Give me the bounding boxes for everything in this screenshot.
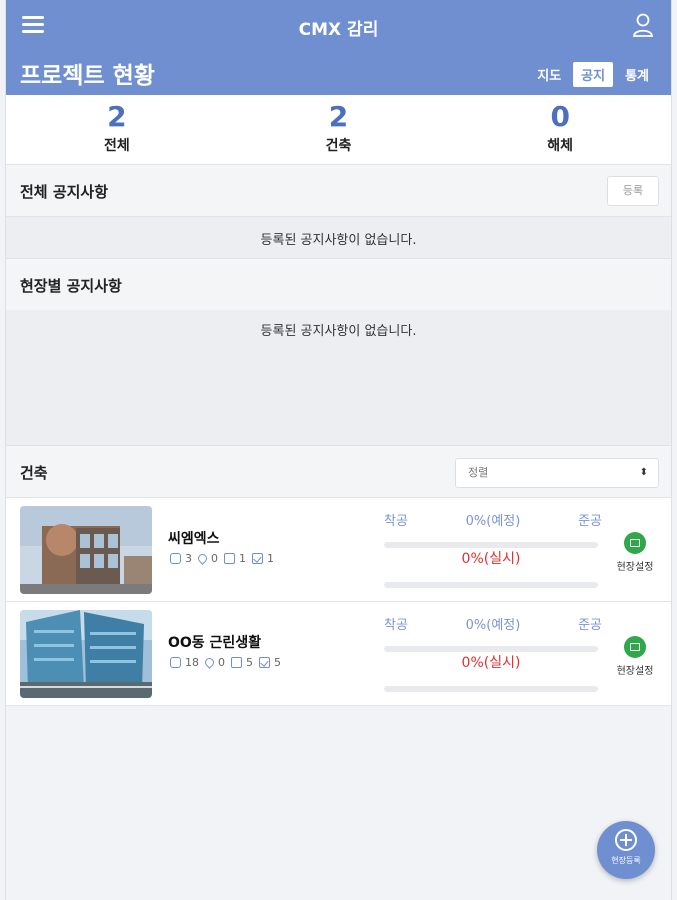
stat-total[interactable]: 2 전체: [6, 95, 228, 164]
sort-arrow-icon: ⬍: [639, 467, 648, 478]
project-name[interactable]: 씨엠엑스: [168, 528, 220, 548]
location-count: 0: [211, 552, 218, 565]
view-tabs: 지도 공지 통계: [529, 62, 657, 87]
plus-circle-icon: [615, 829, 637, 851]
photo-count: 18: [185, 656, 199, 669]
planned-progress: 0%(예정): [465, 618, 521, 633]
project-meta: 3 0 1 1: [170, 552, 278, 565]
stat-demolition-label: 해체: [547, 138, 574, 154]
actual-progress: 0%(실시): [461, 551, 521, 567]
site-notices-header: 현장별 공지사항: [6, 259, 671, 311]
app-title: CMX 감리: [298, 20, 379, 40]
sort-select[interactable]: 정렬 ⬍: [455, 458, 659, 488]
project-card[interactable]: OO동 근린생활 18 0 5 5 착공 0%(예정) 준공 0%(실시) 현장…: [6, 602, 671, 706]
stat-construction-label: 건축: [325, 138, 352, 154]
register-notice-button[interactable]: 등록: [607, 176, 659, 206]
site-notices-empty: 등록된 공지사항이 없습니다.: [260, 324, 417, 339]
check-count: 1: [267, 552, 274, 565]
document-count: 1: [239, 552, 246, 565]
folder-icon: [624, 532, 646, 554]
checkbox-icon: [252, 553, 263, 564]
check-count: 5: [274, 656, 281, 669]
end-label: 준공: [578, 514, 602, 529]
sort-select-value: 정렬: [468, 466, 489, 479]
photo-count: 3: [185, 552, 192, 565]
stat-construction[interactable]: 2 건축: [228, 95, 450, 164]
tab-map[interactable]: 지도: [529, 62, 569, 87]
project-card[interactable]: 씨엠엑스 3 0 1 1 착공 0%(예정) 준공 0%(실시) 현장설정: [6, 498, 671, 602]
start-label: 착공: [384, 514, 408, 529]
start-label: 착공: [384, 618, 408, 633]
page-title: 프로젝트 현황: [20, 63, 155, 89]
project-thumbnail[interactable]: [20, 506, 152, 594]
tab-notice[interactable]: 공지: [573, 62, 614, 87]
site-setting-label: 현장설정: [616, 666, 654, 677]
project-meta: 18 0 5 5: [170, 656, 285, 669]
folder-icon: [624, 636, 646, 658]
project-name[interactable]: OO동 근린생활: [168, 632, 261, 652]
register-site-label: 현장등록: [611, 856, 641, 865]
site-setting-button[interactable]: 현장설정: [613, 636, 657, 677]
stat-total-value: 2: [107, 100, 127, 133]
all-notices-header: 전체 공지사항 등록: [6, 165, 671, 217]
projects-header: 건축 정렬 ⬍: [6, 446, 671, 498]
all-notices-title: 전체 공지사항: [20, 183, 109, 201]
end-label: 준공: [578, 618, 602, 633]
actual-progress-bar: [384, 686, 598, 692]
tab-statistics[interactable]: 통계: [617, 62, 657, 87]
pin-icon: [203, 656, 216, 669]
user-icon[interactable]: [631, 12, 655, 38]
projects-section-title: 건축: [20, 464, 48, 482]
stats-bar: 2 전체 2 건축 0 해체: [6, 95, 671, 165]
location-count: 0: [218, 656, 225, 669]
checkbox-icon: [259, 657, 270, 668]
progress-labels: 착공 0%(예정) 준공: [384, 510, 602, 529]
document-icon: [231, 657, 242, 668]
site-notices-title: 현장별 공지사항: [20, 277, 122, 295]
site-notices-list: 등록된 공지사항이 없습니다.: [6, 310, 671, 446]
all-notices-list: 등록된 공지사항이 없습니다.: [6, 217, 671, 259]
actual-progress-bar: [384, 582, 598, 588]
actual-progress: 0%(실시): [461, 655, 521, 671]
planned-progress: 0%(예정): [465, 514, 521, 529]
camera-icon: [170, 657, 181, 668]
stat-construction-value: 2: [328, 100, 349, 133]
project-thumbnail[interactable]: [20, 610, 152, 698]
register-site-button[interactable]: 현장등록: [597, 821, 655, 879]
stat-total-label: 전체: [103, 138, 130, 154]
pin-icon: [196, 552, 209, 565]
document-icon: [224, 553, 235, 564]
all-notices-empty: 등록된 공지사항이 없습니다.: [260, 233, 417, 248]
stat-demolition-value: 0: [550, 100, 570, 133]
app-frame: CMX 감리 프로젝트 현황 지도 공지 통계 2 전체 2 건축 0 해체 전…: [5, 0, 672, 900]
camera-icon: [170, 553, 181, 564]
progress-labels: 착공 0%(예정) 준공: [384, 614, 602, 633]
document-count: 5: [246, 656, 253, 669]
header-bar: CMX 감리 프로젝트 현황 지도 공지 통계: [6, 0, 671, 95]
site-setting-label: 현장설정: [616, 562, 654, 573]
stat-demolition[interactable]: 0 해체: [449, 95, 671, 164]
site-setting-button[interactable]: 현장설정: [613, 532, 657, 573]
